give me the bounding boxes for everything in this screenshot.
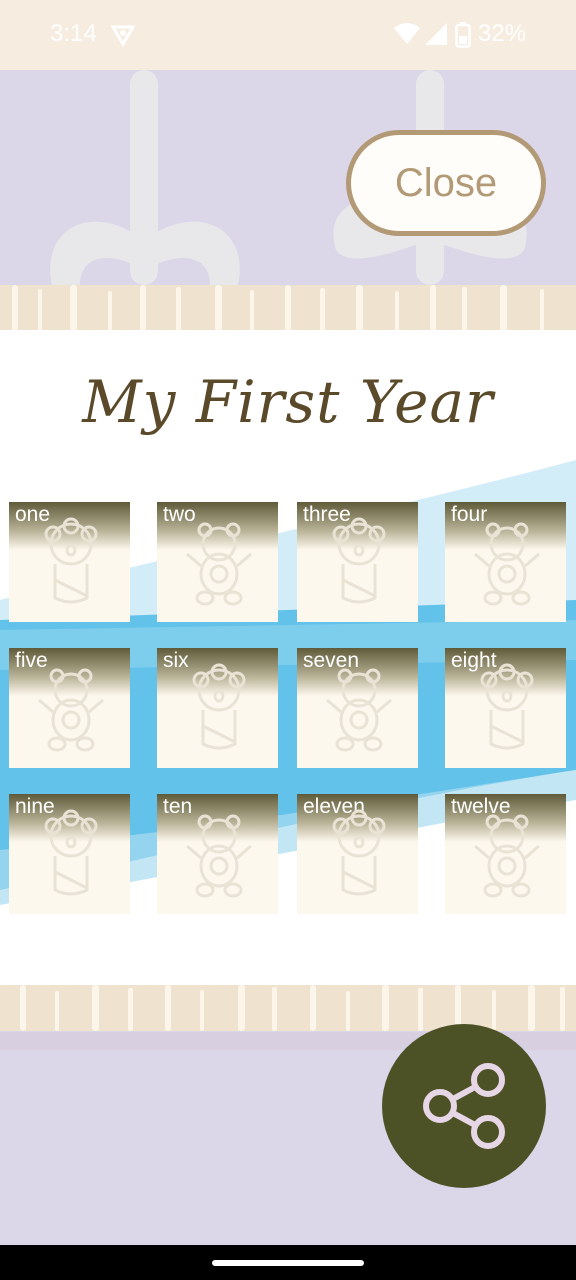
teddy-bear-icon (186, 522, 252, 606)
baby-icon (44, 517, 98, 604)
month-tile-ten[interactable]: ten (157, 794, 278, 914)
battery-percentage: 32% (478, 20, 527, 47)
month-tile-eleven[interactable]: eleven (297, 794, 418, 914)
month-tile-nine[interactable]: nine (9, 794, 130, 914)
vpn-icon (110, 25, 136, 47)
teddy-bear-icon (474, 814, 540, 898)
home-gesture-handle[interactable] (212, 1260, 364, 1266)
wifi-icon (394, 23, 420, 44)
month-tile-five[interactable]: five (9, 648, 130, 768)
teddy-bear-icon (38, 668, 104, 752)
month-tile-two[interactable]: two (157, 502, 278, 622)
month-tile-seven[interactable]: seven (297, 648, 418, 768)
status-time: 3:14 (50, 20, 97, 47)
month-tile-eight[interactable]: eight (445, 648, 566, 768)
close-button[interactable]: Close (346, 130, 546, 236)
baby-icon (192, 663, 246, 750)
status-bar: 3:14 32% (0, 0, 576, 70)
baby-icon (480, 663, 534, 750)
top-stripe-decoration (0, 285, 576, 331)
navigation-bar (0, 1245, 576, 1280)
month-tile-four[interactable]: four (445, 502, 566, 622)
teddy-bear-icon (474, 522, 540, 606)
signal-icon (425, 23, 447, 45)
baby-icon (332, 809, 386, 896)
baby-icon (44, 809, 98, 896)
month-tile-twelve[interactable]: twelve (445, 794, 566, 914)
battery-icon (455, 22, 471, 48)
month-tile-three[interactable]: three (297, 502, 418, 622)
month-tile-six[interactable]: six (157, 648, 278, 768)
share-icon (423, 1063, 505, 1149)
teddy-bear-icon (326, 668, 392, 752)
teddy-bear-icon (186, 814, 252, 898)
bottom-stripe-decoration (0, 985, 576, 1031)
baby-icon (332, 517, 386, 604)
page-title: My First Year (82, 368, 494, 436)
share-button[interactable] (382, 1024, 546, 1188)
month-tile-one[interactable]: one (9, 502, 130, 622)
